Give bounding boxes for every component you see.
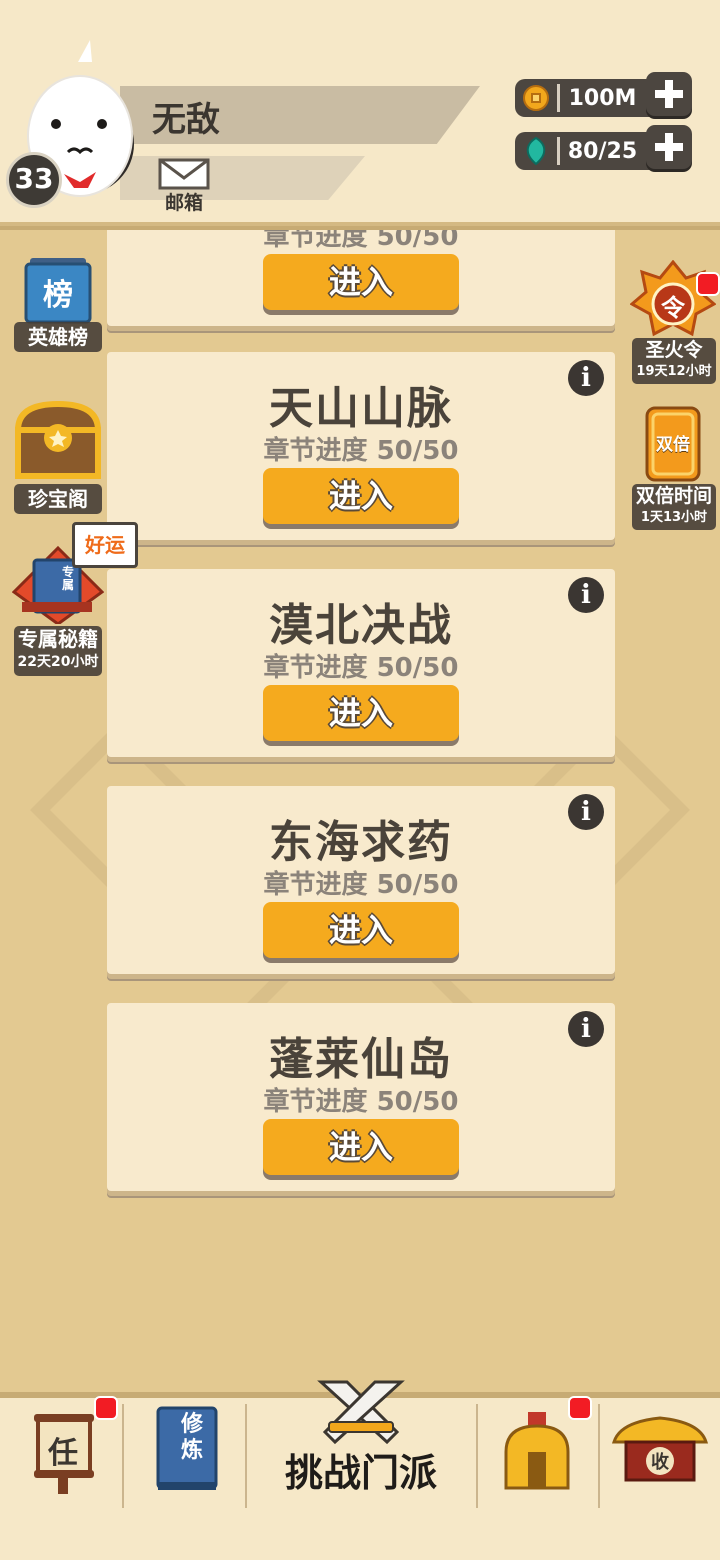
double-time-timer: 1天13小时 (640, 510, 708, 525)
nav-collect-button[interactable]: 收 (600, 1398, 720, 1512)
crossed-swords-icon (317, 1380, 405, 1445)
add-coin-button[interactable] (646, 72, 692, 116)
chapter-progress: 章节进度 50/50 (263, 870, 459, 900)
envelope-icon (158, 158, 210, 190)
gem-icon (526, 136, 546, 166)
enter-button[interactable]: 进入 (263, 1119, 459, 1175)
secret-book-timer: 22天20小时 (17, 654, 99, 670)
collect-char: 收 (651, 1452, 669, 1473)
enter-button[interactable]: 进入 (263, 902, 459, 958)
secret-book-label-box: 专属秘籍 22天20小时 (14, 626, 102, 676)
chapter-progress: 章节进度 50/50 (263, 653, 459, 683)
chapter-progress: 章节进度 50/50 (263, 226, 459, 252)
enter-button[interactable]: 进入 (263, 468, 459, 524)
nav-challenge-button[interactable]: 挑战门派 (247, 1380, 475, 1512)
good-luck-tag: 好运 (72, 522, 138, 568)
challenge-label: 挑战门派 (284, 1451, 437, 1495)
secret-book-label: 专属秘籍 (18, 627, 98, 651)
chapter-card: i 漠北决战 章节进度 50/50 进入 (107, 569, 615, 757)
plus-icon (655, 80, 683, 108)
hero-ranking-button[interactable]: 榜 英雄榜 (14, 256, 102, 356)
task-char: 任 (48, 1436, 78, 1471)
chapter-title: 天山山脉 (269, 383, 453, 434)
chapter-progress: 章节进度 50/50 (263, 1087, 459, 1117)
nav-task-button[interactable]: 任 (0, 1396, 122, 1512)
treasure-chest-icon (14, 400, 102, 479)
chapter-title: 蓬莱仙岛 (269, 1034, 453, 1085)
player-name: 无敌 (152, 100, 220, 140)
double-time-button[interactable]: 双倍 双倍时间 1天13小时 (630, 406, 720, 532)
nav-cultivate-button[interactable]: 修炼 (124, 1398, 244, 1512)
plus-icon (655, 133, 683, 161)
chapter-title: 漠北决战 (269, 600, 453, 651)
add-gem-button[interactable] (646, 125, 692, 169)
chapter-title: 东海求药 (269, 817, 453, 868)
ranking-char: 榜 (43, 278, 73, 313)
enter-button[interactable]: 进入 (263, 254, 459, 310)
mail-button[interactable]: 邮箱 (156, 156, 212, 214)
notification-dot (568, 1396, 592, 1420)
holy-fire-button[interactable]: 令 圣火令 19天12小时 (629, 259, 720, 386)
secret-book-char: 专属 (61, 565, 74, 592)
secret-book-button[interactable]: 专属 好运 专属秘籍 22天20小时 (11, 520, 138, 678)
chapter-progress: 章节进度 50/50 (263, 436, 459, 466)
cultivate-chars: 修炼 (180, 1412, 203, 1463)
holy-fire-label-box: 圣火令 19天12小时 (632, 338, 716, 384)
bottom-strip (0, 1512, 720, 1560)
holy-fire-timer: 19天12小时 (636, 364, 712, 379)
chapter-card: i 东海求药 章节进度 50/50 进入 (107, 786, 615, 974)
top-header: 无敌 邮箱 33 100M 80/25 (0, 0, 720, 226)
chapter-card: i 天山山脉 章节进度 50/50 进入 (107, 352, 615, 540)
nav-equipment-button[interactable] (478, 1396, 596, 1512)
double-time-label: 双倍时间 (635, 485, 712, 507)
ranking-label: 英雄榜 (14, 322, 102, 352)
coin-icon (523, 85, 549, 111)
chapter-list[interactable]: 章节进度 50/50 进入 i 天山山脉 章节进度 50/50 进入 i 漠北决… (0, 226, 720, 1396)
mail-label: 邮箱 (164, 192, 203, 214)
treasure-button[interactable]: 珍宝阁 (14, 400, 102, 516)
notification-dot (94, 1396, 118, 1420)
holy-fire-label: 圣火令 (645, 339, 703, 361)
treasure-label: 珍宝阁 (14, 484, 102, 514)
notification-dot (696, 272, 720, 296)
chapter-card: 章节进度 50/50 进入 (107, 226, 615, 326)
double-time-label-box: 双倍时间 1天13小时 (632, 484, 716, 530)
level-badge: 33 (6, 152, 62, 208)
chapter-card: i 蓬莱仙岛 章节进度 50/50 进入 (107, 1003, 615, 1191)
double-time-char: 双倍 (656, 435, 690, 455)
enter-button[interactable]: 进入 (263, 685, 459, 741)
